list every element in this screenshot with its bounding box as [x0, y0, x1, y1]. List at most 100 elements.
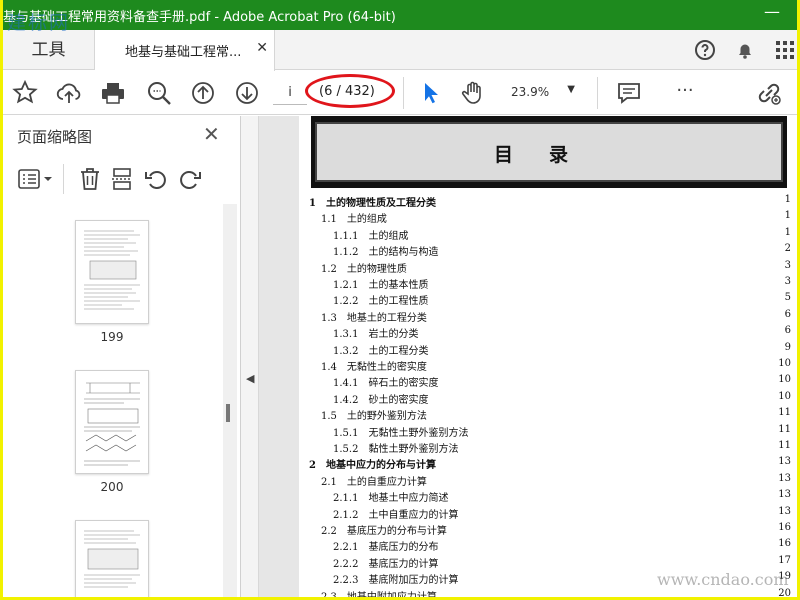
toc-entry[interactable]: 1.2.1 土的基本性质 3: [309, 276, 791, 292]
toc-entry[interactable]: 2.1.2 土中自重应力的计算 13: [309, 505, 791, 522]
tab-document[interactable]: 地基与基础工程常... ✕: [95, 30, 275, 71]
toc-entry-title: 1.1.1 土的组成: [333, 226, 411, 242]
zoom-search-icon[interactable]: [145, 79, 173, 107]
tab-bar: 工具 地基与基础工程常... ✕: [3, 30, 797, 71]
apps-grid-icon[interactable]: [773, 38, 797, 62]
print-icon[interactable]: [99, 79, 127, 107]
toc-entry-page: 16: [776, 538, 791, 550]
toc-entry-text: 黏性土野外鉴别方法: [368, 444, 459, 455]
toc-entry[interactable]: 2.2.2 基底压力的计算 17: [309, 554, 791, 571]
toc-entry-title: 2.1.2 土中自重应力的计算: [333, 505, 461, 521]
toc-entry-title: 1.3.1 岩土的分类: [333, 325, 421, 341]
toc-entry-text: 土的物理性质及工程分类: [325, 198, 436, 209]
more-tools-icon[interactable]: ···: [671, 79, 699, 107]
toc-entry[interactable]: 1.5.2 黏性土野外鉴别方法 11: [309, 440, 791, 456]
toc-entry-page: 3: [782, 276, 791, 287]
toc-entry-text: 岩土的分类: [368, 329, 419, 341]
page-thumbnail-201[interactable]: [75, 520, 149, 597]
page-thumbnail-199[interactable]: [75, 220, 149, 324]
panel-divider: [63, 164, 64, 194]
toc-entry-number: 2.2.1: [333, 542, 359, 554]
toc-entry-page: 2: [782, 243, 791, 255]
toc-entry[interactable]: 1.3.2 土的工程分类 9: [309, 341, 791, 358]
toc-entry-title: 1.2.1 土的基本性质: [333, 276, 431, 291]
toc-entry-number: 2.2.3: [333, 575, 359, 587]
panel-collapse-strip[interactable]: ◀: [241, 116, 259, 597]
page-number-input[interactable]: [273, 81, 307, 105]
acrobat-window: 基与基础工程常用资料备查手册.pdf - Adobe Acrobat Pro (…: [3, 0, 797, 597]
select-cursor-icon[interactable]: [417, 79, 445, 107]
previous-page-icon[interactable]: [189, 79, 217, 107]
toc-entry[interactable]: 1 土的物理性质及工程分类 1: [309, 194, 791, 210]
link-share-icon[interactable]: [755, 79, 783, 107]
options-menu-icon[interactable]: [17, 166, 57, 192]
page-thumbnail-200[interactable]: [75, 370, 149, 474]
toc-entry[interactable]: 2.2.1 基底压力的分布 16: [309, 538, 791, 554]
toc-entry-page: 13: [776, 456, 791, 468]
toc-entry[interactable]: 2.1.1 地基土中应力简述 13: [309, 489, 791, 505]
toc-entry-title: 2 地基中应力的分布与计算: [309, 456, 438, 472]
thumbnail-scrollbar[interactable]: [223, 204, 237, 597]
collapse-arrow-icon[interactable]: ◀: [246, 372, 254, 385]
toc-entry[interactable]: 1.4.2 砂土的密实度 10: [309, 390, 791, 407]
toc-entry-text: 地基中附加应力计算: [347, 592, 437, 597]
next-page-icon[interactable]: [233, 79, 261, 107]
bookmark-star-icon[interactable]: [11, 79, 39, 107]
toc-entry-title: 1.4.2 砂土的密实度: [333, 390, 431, 406]
toc-entry-number: 2.1: [321, 476, 337, 488]
toc-entry-text: 土的工程分类: [368, 345, 429, 357]
toc-entry-number: 1.2: [321, 263, 337, 275]
toc-entry-title: 2.2.3 基底附加压力的计算: [333, 571, 461, 587]
toc-entry[interactable]: 2.3 地基中附加应力计算 20: [309, 587, 791, 597]
comment-icon[interactable]: [615, 79, 643, 107]
toc-entry[interactable]: 1.1.2 土的结构与构造 2: [309, 243, 791, 259]
toc-entry-title: 1.5.1 无黏性土野外鉴别方法: [333, 423, 471, 439]
toc-entry-number: 1.5.2: [333, 444, 359, 455]
toc-entry-number: 1.3.2: [333, 345, 359, 357]
toc-entry-page: 10: [776, 374, 791, 386]
toc-entry-text: 地基土的工程分类: [346, 312, 427, 324]
toc-entry-text: 土的工程性质: [368, 296, 429, 308]
toc-entry-page: 20: [776, 587, 791, 597]
toc-entry[interactable]: 2.2 基底压力的分布与计算 16: [309, 522, 791, 538]
toc-entry-page: 1: [782, 194, 791, 205]
cloud-upload-icon[interactable]: [55, 79, 83, 107]
toc-entry[interactable]: 2 地基中应力的分布与计算 13: [309, 456, 791, 472]
tab-document-label: 地基与基础工程常...: [125, 45, 242, 60]
toc-entry[interactable]: 1.3.1 岩土的分类 6: [309, 325, 791, 341]
document-view[interactable]: 目录 1 土的物理性质及工程分类 1 1.1 土的组成 1 1.1.1 土的组成 1 1.1.2 土…: [259, 116, 797, 597]
tab-close-icon[interactable]: ✕: [256, 40, 268, 56]
toc-entry-text: 土的物理性质: [346, 263, 407, 275]
toc-entry[interactable]: 2.1 土的自重应力计算 13: [309, 472, 791, 489]
scroll-grip[interactable]: [226, 404, 230, 422]
help-icon[interactable]: [693, 38, 717, 62]
toc-entry[interactable]: 1.5.1 无黏性土野外鉴别方法 11: [309, 423, 791, 440]
hand-tool-icon[interactable]: [459, 79, 487, 107]
toc-entry[interactable]: 1.5 土的野外鉴别方法 11: [309, 407, 791, 423]
toc-entry[interactable]: 1.4.1 碎石土的密实度 10: [309, 374, 791, 390]
toc-entry-number: 1.4.2: [333, 394, 359, 406]
panel-close-icon[interactable]: ✕: [203, 122, 220, 146]
bell-icon[interactable]: [733, 38, 757, 62]
panel-title: 页面缩略图: [17, 128, 93, 146]
minimize-button[interactable]: —: [761, 2, 783, 24]
tab-tools[interactable]: 工具: [3, 30, 95, 70]
trash-icon[interactable]: [77, 166, 103, 192]
toolbar-divider: [597, 77, 598, 109]
main-toolbar: (6 / 432) 23.9% ▼ ···: [3, 71, 797, 115]
toc-entry[interactable]: 1.1.1 土的组成 1: [309, 226, 791, 243]
toc-entry-title: 2.2 基底压力的分布与计算: [321, 522, 449, 537]
toc-entry-page: 11: [776, 440, 791, 451]
insert-page-icon[interactable]: [109, 166, 135, 192]
toc-entry[interactable]: 1.2 土的物理性质 3: [309, 259, 791, 276]
toc-entry[interactable]: 1.4 无黏性土的密实度 10: [309, 358, 791, 374]
toc-entry-number: 2.2: [321, 526, 337, 537]
toc-entry[interactable]: 1.2.2 土的工程性质 5: [309, 292, 791, 308]
toc-entry-number: 1.3.1: [333, 329, 359, 341]
toc-entry[interactable]: 1.1 土的组成 1: [309, 210, 791, 226]
toc-entry[interactable]: 1.3 地基土的工程分类 6: [309, 308, 791, 325]
zoom-dropdown[interactable]: 23.9% ▼: [503, 80, 579, 106]
rotate-right-icon[interactable]: [177, 166, 203, 192]
toc-entry-text: 土的组成: [368, 230, 409, 242]
rotate-left-icon[interactable]: [143, 166, 169, 192]
